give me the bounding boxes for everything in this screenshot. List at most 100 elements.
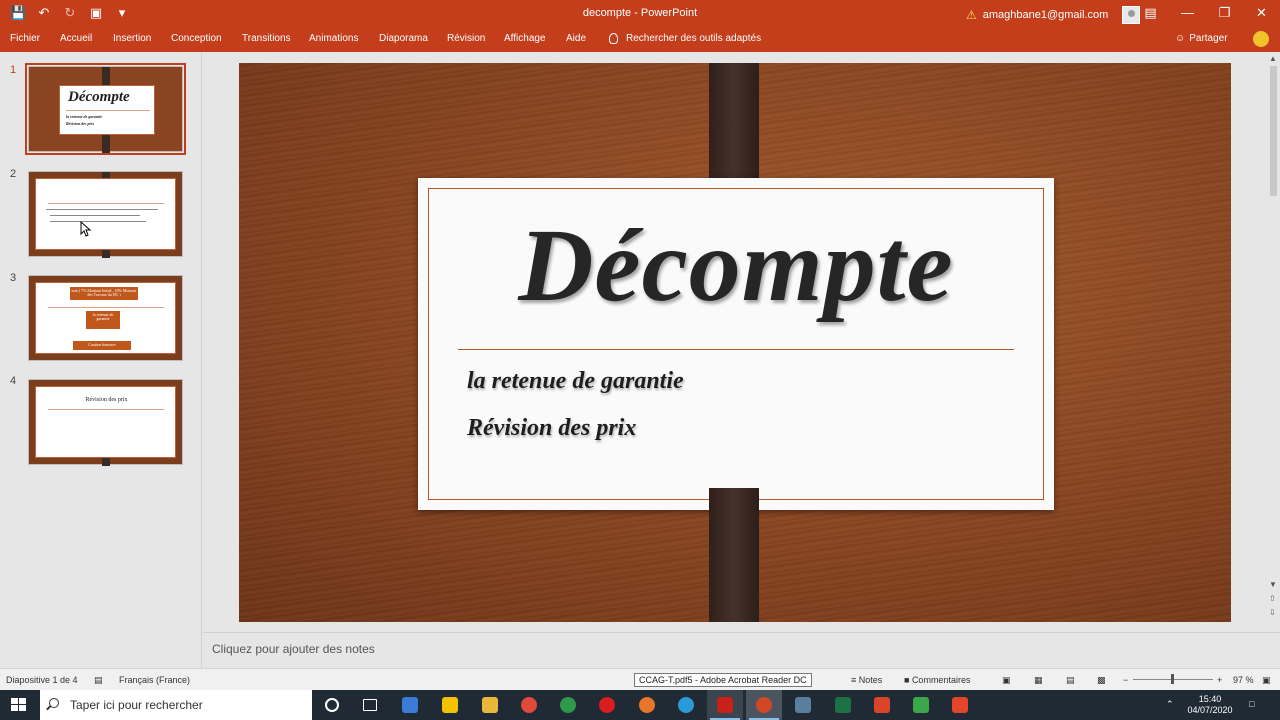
slide-thumbnail-1[interactable]: Décompte la retenue de garantie Révision… [25, 63, 186, 155]
store-icon[interactable] [402, 697, 418, 713]
notes-toggle[interactable]: ≡ Notes [851, 675, 882, 685]
thumb-card: Révision des prix [35, 386, 176, 458]
account-area[interactable]: ⚠ amaghbane1@gmail.com [966, 6, 1141, 24]
account-email: amaghbane1@gmail.com [982, 9, 1109, 21]
thumb-strap [102, 458, 110, 466]
window-controls: ▤ — ❐ ✕ [1132, 4, 1280, 22]
notes-pane[interactable]: Cliquez pour ajouter des notes [203, 632, 1280, 668]
reading-view-icon[interactable]: ▤ [1066, 675, 1075, 686]
zoom-out-icon[interactable]: − [1123, 675, 1128, 685]
camtasia-icon[interactable] [913, 697, 929, 713]
clock-time: 15:40 [1198, 694, 1222, 704]
task-view-icon[interactable] [363, 699, 377, 711]
title-card: Décompte la retenue de garantie Révision… [418, 178, 1054, 510]
previous-slide-icon[interactable]: ⇧ [1269, 594, 1276, 603]
taskbar-tooltip: CCAG-T.pdf5 - Adobe Acrobat Reader DC [634, 673, 812, 687]
zoom-slider-handle[interactable] [1171, 674, 1174, 684]
thumb-text-line [50, 221, 146, 222]
tab-design[interactable]: Conception [171, 33, 222, 44]
slide-sorter-icon[interactable]: ▦ [1034, 675, 1043, 686]
title-divider [458, 349, 1014, 350]
file-icon[interactable] [442, 697, 458, 713]
slide-thumbnail-4[interactable]: Révision des prix [28, 379, 183, 466]
cortana-icon[interactable] [325, 698, 339, 712]
tab-transitions[interactable]: Transitions [242, 33, 291, 44]
powerpoint-icon[interactable] [756, 697, 772, 713]
share-button[interactable]: ☺ Partager [1175, 33, 1228, 44]
scroll-up-icon[interactable]: ▲ [1269, 54, 1277, 63]
tab-help[interactable]: Aide [566, 33, 586, 44]
scroll-thumb[interactable] [1270, 66, 1277, 196]
redo-icon[interactable]: ↻ [62, 5, 78, 21]
close-icon[interactable]: ✕ [1243, 4, 1280, 22]
comments-toggle[interactable]: ■ Commentaires [904, 675, 970, 685]
thumb-divider [48, 203, 164, 204]
fit-slide-icon[interactable]: ▣ [1262, 675, 1271, 686]
ribbon-tabs: Fichier Accueil Insertion Conception Tra… [0, 28, 1280, 52]
accessibility-icon[interactable]: ▤ [94, 675, 103, 686]
thumb-divider [48, 307, 164, 308]
thumb-strap [102, 250, 110, 258]
start-slideshow-icon[interactable]: ▣ [88, 5, 104, 21]
clock[interactable]: 15:40 04/07/2020 [1184, 694, 1236, 716]
ribbon-display-options-icon[interactable]: ▤ [1132, 4, 1169, 22]
chrome-icon[interactable] [521, 697, 537, 713]
windows-start-icon[interactable] [11, 698, 26, 712]
minimize-icon[interactable]: — [1169, 4, 1206, 22]
share-label: Partager [1189, 33, 1228, 44]
slide-subtitle-1[interactable]: la retenue de garantie [467, 368, 684, 395]
file-explorer-icon[interactable] [482, 697, 498, 713]
status-bar: Diapositive 1 de 4 ▤ Français (France) C… [0, 668, 1280, 690]
firefox-icon[interactable] [639, 697, 655, 713]
windows-taskbar: Taper ici pour rechercher ⌃ 15:40 04/07/… [0, 690, 1280, 720]
slideshow-view-icon[interactable]: ▩ [1097, 675, 1106, 686]
slide-thumbnail-2[interactable] [28, 171, 183, 258]
zoom-slider[interactable] [1133, 674, 1213, 684]
slide-subtitle-2[interactable]: Révision des prix [467, 415, 636, 442]
feedback-smiley-icon[interactable] [1253, 31, 1269, 47]
tell-me-search[interactable]: Rechercher des outils adaptés [609, 33, 761, 44]
edge-icon[interactable] [678, 697, 694, 713]
tab-animations[interactable]: Animations [309, 33, 358, 44]
search-icon [49, 698, 59, 708]
notifications-icon[interactable]: □ [1249, 699, 1254, 710]
tab-slideshow[interactable]: Diaporama [379, 33, 428, 44]
taskbar-search[interactable]: Taper ici pour rechercher [40, 690, 312, 720]
tab-insert[interactable]: Insertion [113, 33, 151, 44]
scroll-down-icon[interactable]: ▼ [1269, 580, 1277, 589]
thumb-number: 1 [10, 64, 17, 76]
slide-counter: Diapositive 1 de 4 [6, 675, 78, 685]
excel-icon[interactable] [835, 697, 851, 713]
maximize-icon[interactable]: ❐ [1206, 4, 1243, 22]
tab-file[interactable]: Fichier [10, 33, 40, 44]
tray-expand-icon[interactable]: ⌃ [1166, 699, 1174, 710]
thumb-box: min ( 7% Montant Initial , 10% Montant d… [70, 287, 138, 300]
current-slide[interactable]: Décompte la retenue de garantie Révision… [239, 63, 1231, 622]
thumb-title: Décompte [68, 89, 130, 105]
app-icon[interactable] [560, 697, 576, 713]
tab-view[interactable]: Affichage [504, 33, 546, 44]
undo-icon[interactable]: ↶ [36, 5, 52, 21]
tab-home[interactable]: Accueil [60, 33, 92, 44]
window-title: decompte - PowerPoint [582, 7, 698, 19]
recorder-icon[interactable] [952, 697, 968, 713]
next-slide-icon[interactable]: ⇩ [1269, 608, 1276, 617]
app-icon[interactable] [874, 697, 890, 713]
save-icon[interactable]: 💾 [10, 5, 26, 21]
vertical-scrollbar[interactable]: ▲ ▼ ⇧ ⇩ [1267, 52, 1280, 630]
slide-thumbnail-3[interactable]: min ( 7% Montant Initial , 10% Montant d… [28, 275, 183, 361]
acrobat-icon[interactable] [717, 697, 733, 713]
opera-icon[interactable] [599, 697, 615, 713]
slide-title[interactable]: Décompte [418, 206, 1054, 325]
zoom-level[interactable]: 97 % [1233, 675, 1254, 685]
thumb-text-line [50, 215, 140, 216]
zoom-in-icon[interactable]: + [1217, 675, 1222, 685]
thumb-strap [102, 135, 110, 153]
tab-review[interactable]: Révision [447, 33, 485, 44]
customize-toolbar-icon[interactable]: ▾ [114, 5, 130, 21]
thumb-number: 4 [10, 375, 17, 387]
clock-date: 04/07/2020 [1187, 705, 1233, 715]
normal-view-icon[interactable]: ▣ [1002, 675, 1011, 686]
language-indicator[interactable]: Français (France) [119, 675, 190, 685]
app-icon[interactable] [795, 697, 811, 713]
